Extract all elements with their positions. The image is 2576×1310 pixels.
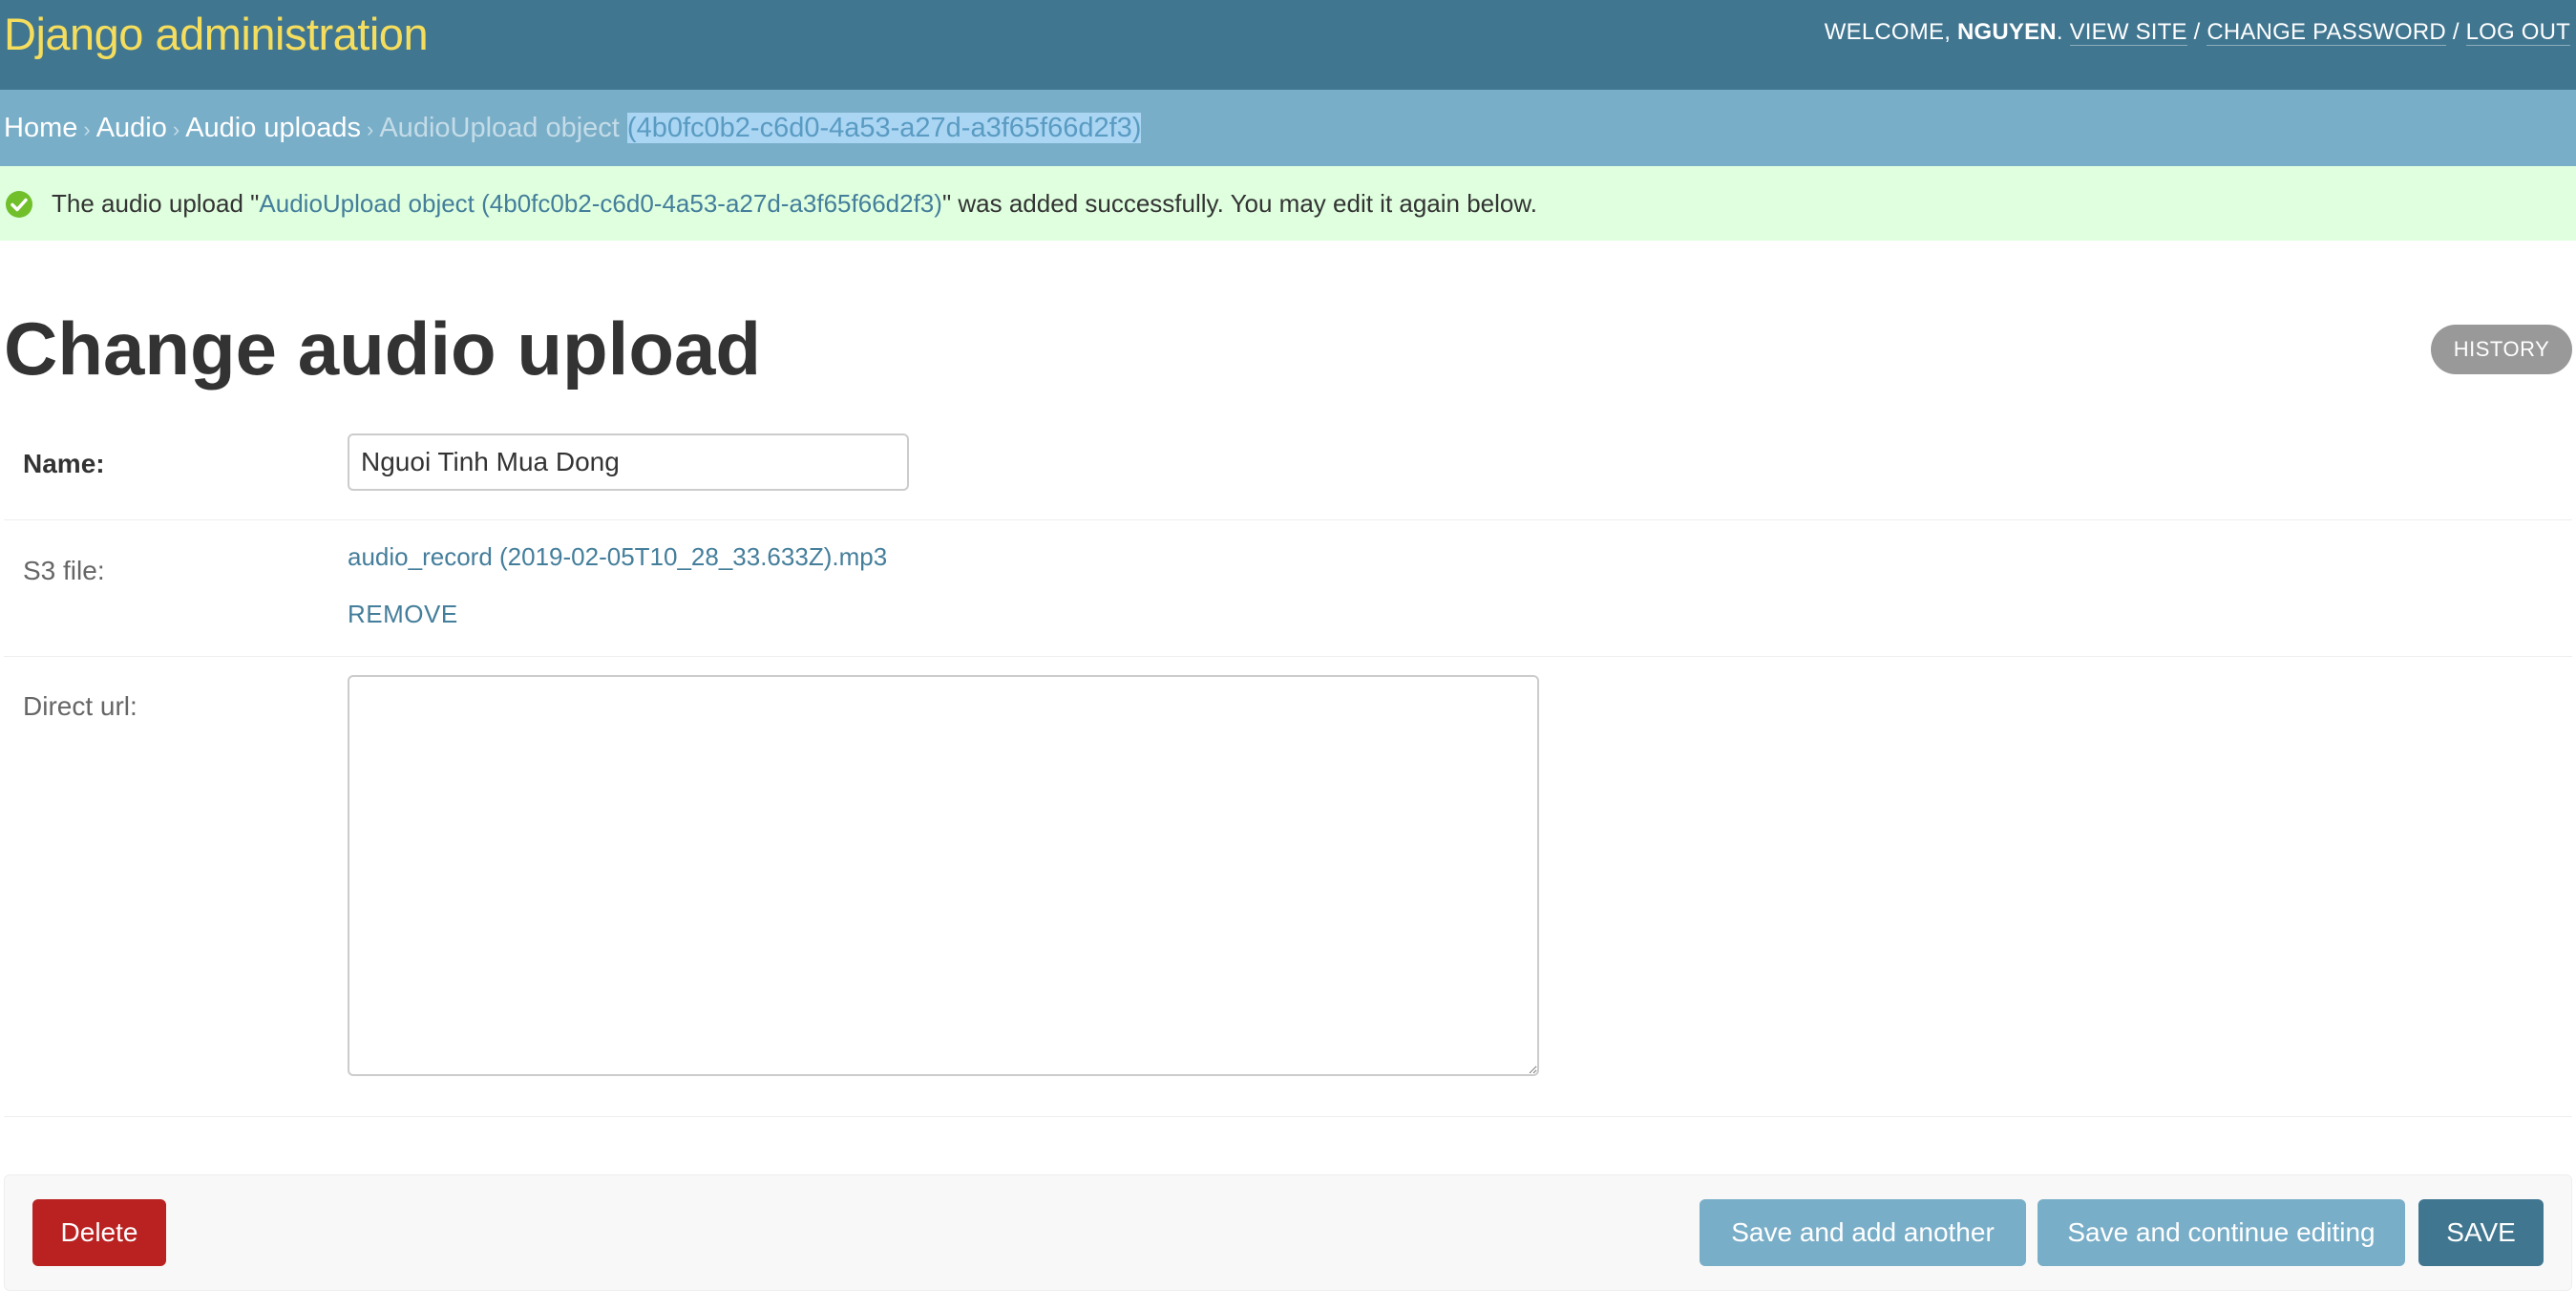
save-and-add-another-button[interactable]: Save and add another bbox=[1700, 1199, 2026, 1266]
message-text: The audio upload "AudioUpload object (4b… bbox=[52, 189, 1537, 218]
log-out-link[interactable]: LOG OUT bbox=[2465, 19, 2570, 46]
direct-url-textarea[interactable] bbox=[348, 675, 1539, 1076]
view-site-link[interactable]: VIEW SITE bbox=[2069, 19, 2187, 46]
breadcrumb-audio[interactable]: Audio bbox=[96, 113, 167, 143]
separator: / bbox=[2452, 19, 2460, 45]
direct-url-label: Direct url: bbox=[23, 691, 137, 721]
breadcrumb-current: AudioUpload object bbox=[379, 113, 620, 143]
breadcrumb: Home › Audio › Audio uploads › AudioUpload obj… bbox=[0, 90, 2576, 166]
success-message: The audio upload "AudioUpload object (4b… bbox=[0, 166, 2576, 241]
history-button[interactable]: HISTORY bbox=[2431, 325, 2572, 374]
name-label: Name: bbox=[23, 449, 105, 478]
user-tools: WELCOME, NGUYEN. VIEW SITE / CHANGE PASS… bbox=[1824, 19, 2570, 46]
breadcrumb-audio-uploads[interactable]: Audio uploads bbox=[185, 113, 361, 143]
name-input[interactable] bbox=[348, 433, 909, 491]
username: NGUYEN bbox=[1956, 19, 2057, 45]
breadcrumb-separator: › bbox=[172, 117, 180, 141]
form-row-name: Name: bbox=[4, 411, 2572, 520]
submit-row: Delete Save and add another Save and con… bbox=[4, 1174, 2572, 1291]
breadcrumb-separator: › bbox=[367, 117, 374, 141]
form-row-direct-url: Direct url: bbox=[4, 657, 2572, 1117]
site-name[interactable]: Django administration bbox=[4, 8, 429, 60]
save-button[interactable]: SAVE bbox=[2418, 1199, 2544, 1266]
form-row-s3-file: S3 file: audio_record (2019-02-05T10_28_… bbox=[4, 520, 2572, 657]
message-object-link[interactable]: AudioUpload object (4b0fc0b2-c6d0-4a53-a… bbox=[259, 189, 942, 218]
page-title: Change audio upload bbox=[4, 306, 761, 391]
welcome-text: WELCOME, bbox=[1824, 19, 1952, 45]
breadcrumb-current-id-selected: (4b0fc0b2-c6d0-4a53-a27d-a3f65f66d2f3) bbox=[626, 113, 1142, 143]
delete-button[interactable]: Delete bbox=[32, 1199, 166, 1266]
site-header: Django administration WELCOME, NGUYEN. V… bbox=[0, 0, 2576, 90]
save-and-continue-button[interactable]: Save and continue editing bbox=[2038, 1199, 2405, 1266]
change-password-link[interactable]: CHANGE PASSWORD bbox=[2206, 19, 2446, 46]
breadcrumb-separator: › bbox=[83, 117, 91, 141]
s3-file-link[interactable]: audio_record (2019-02-05T10_28_33.633Z).… bbox=[348, 542, 887, 572]
s3-file-label: S3 file: bbox=[23, 556, 105, 585]
breadcrumb-home[interactable]: Home bbox=[4, 113, 77, 143]
remove-file-link[interactable]: REMOVE bbox=[348, 600, 458, 629]
success-check-icon bbox=[6, 191, 32, 218]
separator: / bbox=[2193, 19, 2201, 45]
